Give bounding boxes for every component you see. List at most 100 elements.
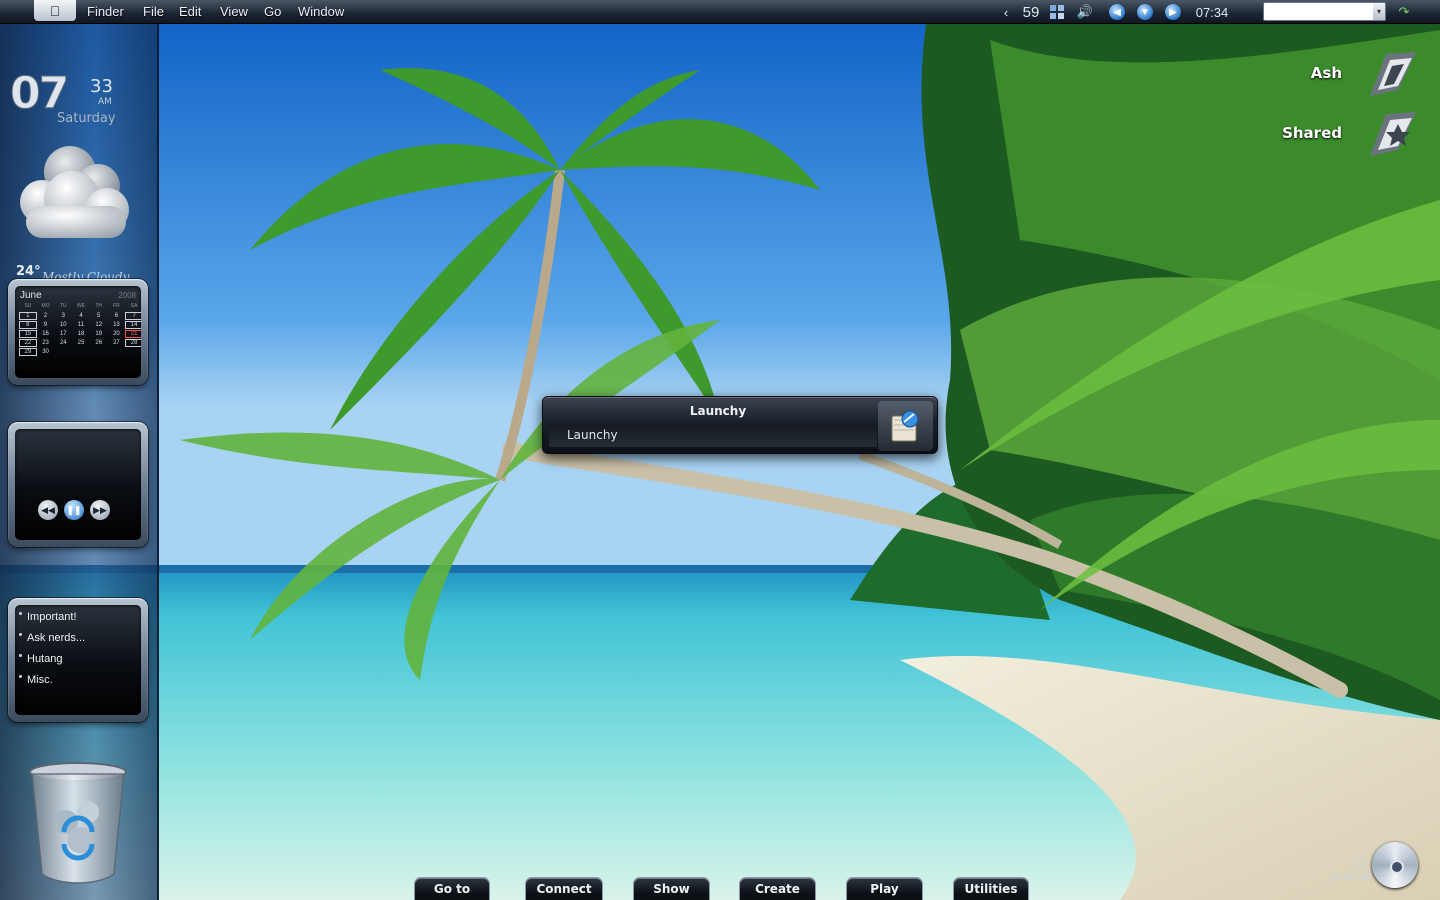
dock-tab-go-to[interactable]: Go to [414, 877, 490, 900]
calendar-day[interactable]: 22 [19, 339, 37, 347]
calendar-weekday: TH [95, 303, 103, 309]
forward-icon[interactable]: ▶ [1164, 3, 1182, 21]
calendar-day[interactable]: 16 [37, 330, 55, 338]
volume-icon[interactable]: 🔊 [1075, 3, 1095, 21]
menu-extras: ‹ 59 🔊 ◀ ▼ ▶ 07:34 ▾ ↷ [1000, 0, 1440, 24]
calendar-day[interactable]: 1 [19, 312, 37, 320]
calendar-weekday: TU [59, 303, 67, 309]
launchy-app-icon [891, 410, 919, 442]
note-item[interactable]: Ask nerds... [18, 632, 85, 644]
cd-icon[interactable] [1372, 842, 1418, 888]
search-input[interactable] [1263, 2, 1386, 21]
calendar-day[interactable]: 8 [19, 321, 37, 329]
dock-tab-show[interactable]: Show [633, 877, 710, 900]
calendar-day[interactable]: 9 [37, 321, 55, 329]
rewind-icon[interactable]: ◀◀ [38, 500, 58, 520]
hard-drive-icon [1370, 52, 1416, 96]
calendar-day [54, 348, 72, 356]
fast-forward-icon[interactable]: ▶▶ [90, 500, 110, 520]
launchy-input[interactable]: Launchy [549, 424, 877, 447]
calendar-weekday: SA [130, 303, 138, 309]
calendar-day[interactable]: 7 [125, 312, 141, 320]
calendar-widget[interactable]: June 2008 SU MO TU WE TH FR SA 1 2 3 4 5 6 7 8 9 10 11 12 1… [8, 279, 148, 385]
calendar-day[interactable]: 26 [90, 339, 108, 347]
menu-view[interactable]: View [220, 4, 248, 19]
calendar-day[interactable]: 17 [54, 330, 72, 338]
clock-ampm: AM [98, 97, 112, 107]
tray-count[interactable]: 59 [1020, 3, 1042, 21]
calendar-day[interactable]: 2 [37, 312, 55, 320]
trash-icon[interactable] [28, 762, 128, 886]
download-icon[interactable]: ▼ [1136, 3, 1154, 21]
weather-temperature: 24° [16, 264, 41, 279]
calendar-weekday: WE [76, 303, 86, 309]
calendar-month: June [20, 290, 42, 301]
shared-folder-icon [1370, 112, 1416, 156]
apple-icon:  [50, 3, 61, 19]
calendar-grid: SU MO TU WE TH FR SA 1 2 3 4 5 6 7 8 9 10 11 12 13 14 15 16 17 1… [19, 303, 141, 356]
clock-widget: 07 33 AM Saturday [9, 52, 140, 132]
chevron-left-icon[interactable]: ‹ [1000, 3, 1012, 21]
drive-label: Shared [1282, 124, 1342, 142]
search-dropdown-icon[interactable]: ▾ [1373, 3, 1385, 20]
calendar-day[interactable]: 4 [72, 312, 90, 320]
calendar-day[interactable]: 3 [54, 312, 72, 320]
calendar-year: 2008 [118, 291, 136, 300]
calendar-day[interactable]: 14 [125, 321, 141, 329]
calendar-day[interactable]: 20 [108, 330, 126, 338]
menu-edit[interactable]: Edit [179, 4, 201, 19]
calendar-day[interactable]: 19 [90, 330, 108, 338]
menu-file[interactable]: File [143, 4, 164, 19]
calendar-day[interactable]: 10 [54, 321, 72, 329]
note-item[interactable]: Misc. [19, 674, 53, 686]
launchy-title: Launchy [689, 404, 747, 418]
menu-bar:  Finder File Edit View Go Window ‹ 59 🔊… [0, 0, 1440, 24]
note-item[interactable]: Important! [19, 611, 77, 623]
music-player-widget: ◀◀ ❚❚ ▶▶ [8, 422, 148, 547]
dock-tab-create[interactable]: Create [739, 877, 816, 900]
eject-icon[interactable] [1354, 859, 1366, 868]
calendar-day[interactable]: 21 [125, 330, 141, 338]
dock-tab-utilities[interactable]: Utilities [953, 877, 1029, 900]
calendar-day [72, 348, 90, 356]
menubar-clock[interactable]: 07:34 [1190, 3, 1234, 21]
menu-window[interactable]: Window [298, 4, 344, 19]
apple-menu-button[interactable]:  [34, 0, 76, 21]
menu-go[interactable]: Go [264, 4, 281, 19]
calendar-day[interactable]: 23 [37, 339, 55, 347]
calendar-day[interactable]: 18 [72, 330, 90, 338]
clock-hour: 07 [9, 68, 69, 119]
menu-finder[interactable]: Finder [87, 4, 124, 19]
drive-ash[interactable]: Ash [1258, 50, 1418, 98]
back-icon[interactable]: ◀ [1108, 3, 1126, 21]
calendar-day[interactable]: 12 [90, 321, 108, 329]
player-controls: ◀◀ ❚❚ ▶▶ [38, 500, 110, 520]
drive-shared[interactable]: Shared [1258, 110, 1418, 158]
launchy-window: Launchy Launchy [542, 396, 938, 454]
drive-label: Ash [1310, 64, 1342, 82]
calendar-day [125, 348, 141, 356]
calendar-day[interactable]: 13 [108, 321, 126, 329]
calendar-day[interactable]: 15 [19, 330, 37, 338]
mostly-cloudy-icon [20, 146, 129, 238]
calendar-day[interactable]: 11 [72, 321, 90, 329]
note-item[interactable]: Hutang [18, 653, 62, 665]
calendar-day [90, 348, 108, 356]
pause-icon[interactable]: ❚❚ [64, 500, 84, 520]
calendar-day[interactable]: 6 [108, 312, 126, 320]
spaces-icon[interactable] [1048, 3, 1066, 21]
dock-tab-play[interactable]: Play [846, 877, 923, 900]
calendar-day[interactable]: 30 [37, 348, 55, 356]
launchy-result-icon[interactable] [878, 401, 933, 451]
calendar-day[interactable]: 28 [125, 339, 141, 347]
dock-tab-connect[interactable]: Connect [525, 877, 603, 900]
calendar-day[interactable]: 27 [108, 339, 126, 347]
calendar-day[interactable]: 5 [90, 312, 108, 320]
weather-widget[interactable]: 24° Mostly Cloudy [12, 144, 142, 289]
calendar-day[interactable]: 24 [54, 339, 72, 347]
refresh-icon[interactable]: ↷ [1396, 3, 1412, 21]
clock-minute: 33 [90, 76, 113, 97]
calendar-weekday: FR [113, 303, 120, 309]
calendar-day[interactable]: 25 [72, 339, 90, 347]
calendar-day[interactable]: 29 [19, 348, 37, 356]
